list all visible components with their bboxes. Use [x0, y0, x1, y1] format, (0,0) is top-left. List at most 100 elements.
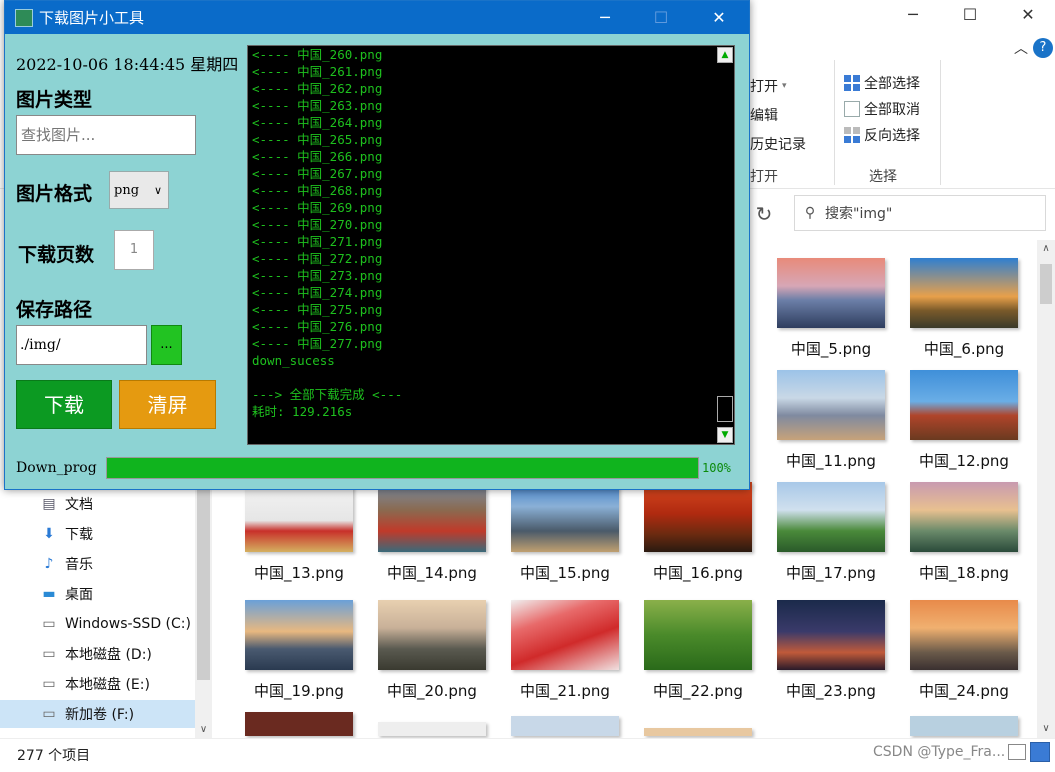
file-item[interactable]: 中国_16.png: [638, 482, 758, 583]
item-count: 277 个项目: [17, 748, 91, 764]
thumbnail-image: [644, 600, 752, 670]
scroll-up-icon[interactable]: ▲: [717, 47, 733, 63]
console-line: ---> 全部下载完成 <---: [252, 387, 403, 402]
nav-item[interactable]: ▬ 桌面: [40, 580, 93, 608]
file-item[interactable]: 中国_6.png: [904, 258, 1024, 359]
file-item[interactable]: 中国_15.png: [505, 482, 625, 583]
file-item[interactable]: 中国_13.png: [239, 482, 359, 583]
nav-item[interactable]: ▭ 新加卷 (F:): [0, 700, 212, 728]
nav-item[interactable]: ⬇ 下载: [40, 520, 93, 548]
scroll-down-icon[interactable]: ▼: [717, 427, 733, 443]
file-name: 中国_13.png: [254, 564, 344, 582]
file-name: 中国_22.png: [653, 682, 743, 700]
thumbnail-image: [910, 600, 1018, 670]
nav-item[interactable]: ▭ 本地磁盘 (E:): [40, 670, 150, 698]
select-all-icon: [844, 75, 860, 91]
chevron-down-icon: ▾: [782, 81, 787, 91]
console-line: <---- 中国_272.png: [252, 251, 383, 266]
datetime-display: 2022-10-06 18:44:45 星期四: [16, 55, 239, 74]
file-item[interactable]: 中国_17.png: [771, 482, 891, 583]
file-item[interactable]: 中国_24.png: [904, 600, 1024, 701]
ribbon-open-button[interactable]: 打开 ▾: [750, 76, 787, 96]
nav-item[interactable]: ♪ 音乐: [40, 550, 93, 578]
console-line: 耗时: 129.216s: [252, 404, 353, 419]
nav-item[interactable]: ▭ Windows-SSD (C:): [40, 610, 191, 638]
window-title: 下载图片小工具: [39, 9, 145, 27]
scroll-up-icon[interactable]: ∧: [1037, 240, 1055, 258]
nav-item-label: 音乐: [65, 557, 93, 573]
page-count-input[interactable]: 1: [114, 230, 154, 270]
image-format-label: 图片格式: [16, 183, 93, 205]
nav-item[interactable]: ▤ 文档: [40, 490, 93, 518]
thumbnail-image: [644, 728, 752, 736]
chevron-down-icon: ∨: [153, 183, 162, 197]
minimize-icon[interactable]: ─: [583, 1, 627, 34]
select-all-button[interactable]: 全部选择: [844, 73, 920, 93]
minimize-icon[interactable]: ─: [893, 4, 933, 26]
close-icon[interactable]: ✕: [697, 1, 741, 34]
thumbnail-image: [245, 600, 353, 670]
image-type-label: 图片类型: [16, 89, 93, 111]
maximize-icon[interactable]: ☐: [950, 4, 990, 26]
thumbnail-image: [511, 600, 619, 670]
ribbon-edit-button[interactable]: 编辑: [750, 105, 778, 125]
help-icon[interactable]: ?: [1033, 38, 1053, 58]
file-item[interactable]: 中国_14.png: [372, 482, 492, 583]
file-item[interactable]: 中国_12.png: [904, 370, 1024, 471]
browse-button[interactable]: ...: [151, 325, 182, 365]
refresh-icon[interactable]: ↻: [746, 196, 782, 232]
invert-selection-button[interactable]: 反向选择: [844, 125, 920, 145]
scroll-down-icon[interactable]: ∨: [195, 721, 212, 738]
console-line: <---- 中国_264.png: [252, 115, 383, 130]
thumbnail-image: [777, 370, 885, 440]
output-console[interactable]: <---- 中国_260.png <---- 中国_261.png <---- 中国…: [247, 45, 735, 445]
large-icons-view-icon[interactable]: [1030, 742, 1050, 762]
ribbon-separator: [940, 60, 941, 185]
title-bar[interactable]: 下载图片小工具 ─ ☐ ✕: [5, 1, 749, 34]
file-item[interactable]: 中国_19.png: [239, 600, 359, 701]
console-line: <---- 中国_274.png: [252, 285, 383, 300]
thumbnail-image: [378, 722, 486, 736]
file-grid-scroll-thumb[interactable]: [1040, 264, 1052, 304]
file-item[interactable]: 中国_18.png: [904, 482, 1024, 583]
close-icon[interactable]: ✕: [1008, 4, 1048, 26]
nav-item[interactable]: ▭ 本地磁盘 (D:): [40, 640, 152, 668]
console-line: <---- 中国_266.png: [252, 149, 383, 164]
file-item[interactable]: 中国_23.png: [771, 600, 891, 701]
progress-percent: 100%: [702, 461, 731, 475]
file-name: 中国_6.png: [923, 340, 1005, 358]
nav-item-label: Windows-SSD (C:): [65, 616, 191, 632]
select-none-button[interactable]: 全部取消: [844, 99, 920, 119]
file-name: 中国_11.png: [786, 452, 876, 470]
clear-screen-button[interactable]: 清屏: [119, 380, 216, 429]
file-grid-scrollbar[interactable]: ∧ ∨: [1037, 240, 1055, 738]
console-scrollbar[interactable]: ▲ ▼: [716, 46, 734, 444]
nav-scrollbar[interactable]: ∨: [195, 470, 212, 738]
ribbon-history-button[interactable]: 历史记录: [750, 134, 806, 154]
ribbon-history-label: 历史记录: [750, 137, 806, 153]
file-item[interactable]: 中国_21.png: [505, 600, 625, 701]
scroll-down-icon[interactable]: ∨: [1037, 720, 1055, 738]
console-line: down_sucess: [252, 353, 335, 368]
file-item[interactable]: 中国_20.png: [372, 600, 492, 701]
file-item[interactable]: 中国_5.png: [771, 258, 891, 359]
file-name: 中国_17.png: [786, 564, 876, 582]
image-keyword-input[interactable]: [16, 115, 196, 155]
save-path-input[interactable]: ./img/: [16, 325, 147, 365]
format-selected-value: png: [114, 182, 140, 198]
ribbon-group-select-caption: 选择: [869, 169, 897, 185]
console-scroll-thumb[interactable]: [717, 396, 733, 422]
file-item[interactable]: 中国_22.png: [638, 600, 758, 701]
download-button[interactable]: 下载: [16, 380, 112, 429]
thumbnail-image: [910, 482, 1018, 552]
nav-scroll-thumb[interactable]: [197, 470, 210, 680]
details-view-icon[interactable]: [1008, 744, 1026, 760]
invert-selection-icon: [844, 127, 860, 143]
file-name: 中国_24.png: [919, 682, 1009, 700]
search-input[interactable]: ⚲ 搜索"img": [794, 195, 1046, 231]
maximize-icon: ☐: [653, 8, 669, 27]
thumbnail-image: [378, 600, 486, 670]
file-item[interactable]: 中国_11.png: [771, 370, 891, 471]
drive-icon: ▭: [42, 646, 56, 662]
image-format-select[interactable]: png ∨: [109, 171, 169, 209]
